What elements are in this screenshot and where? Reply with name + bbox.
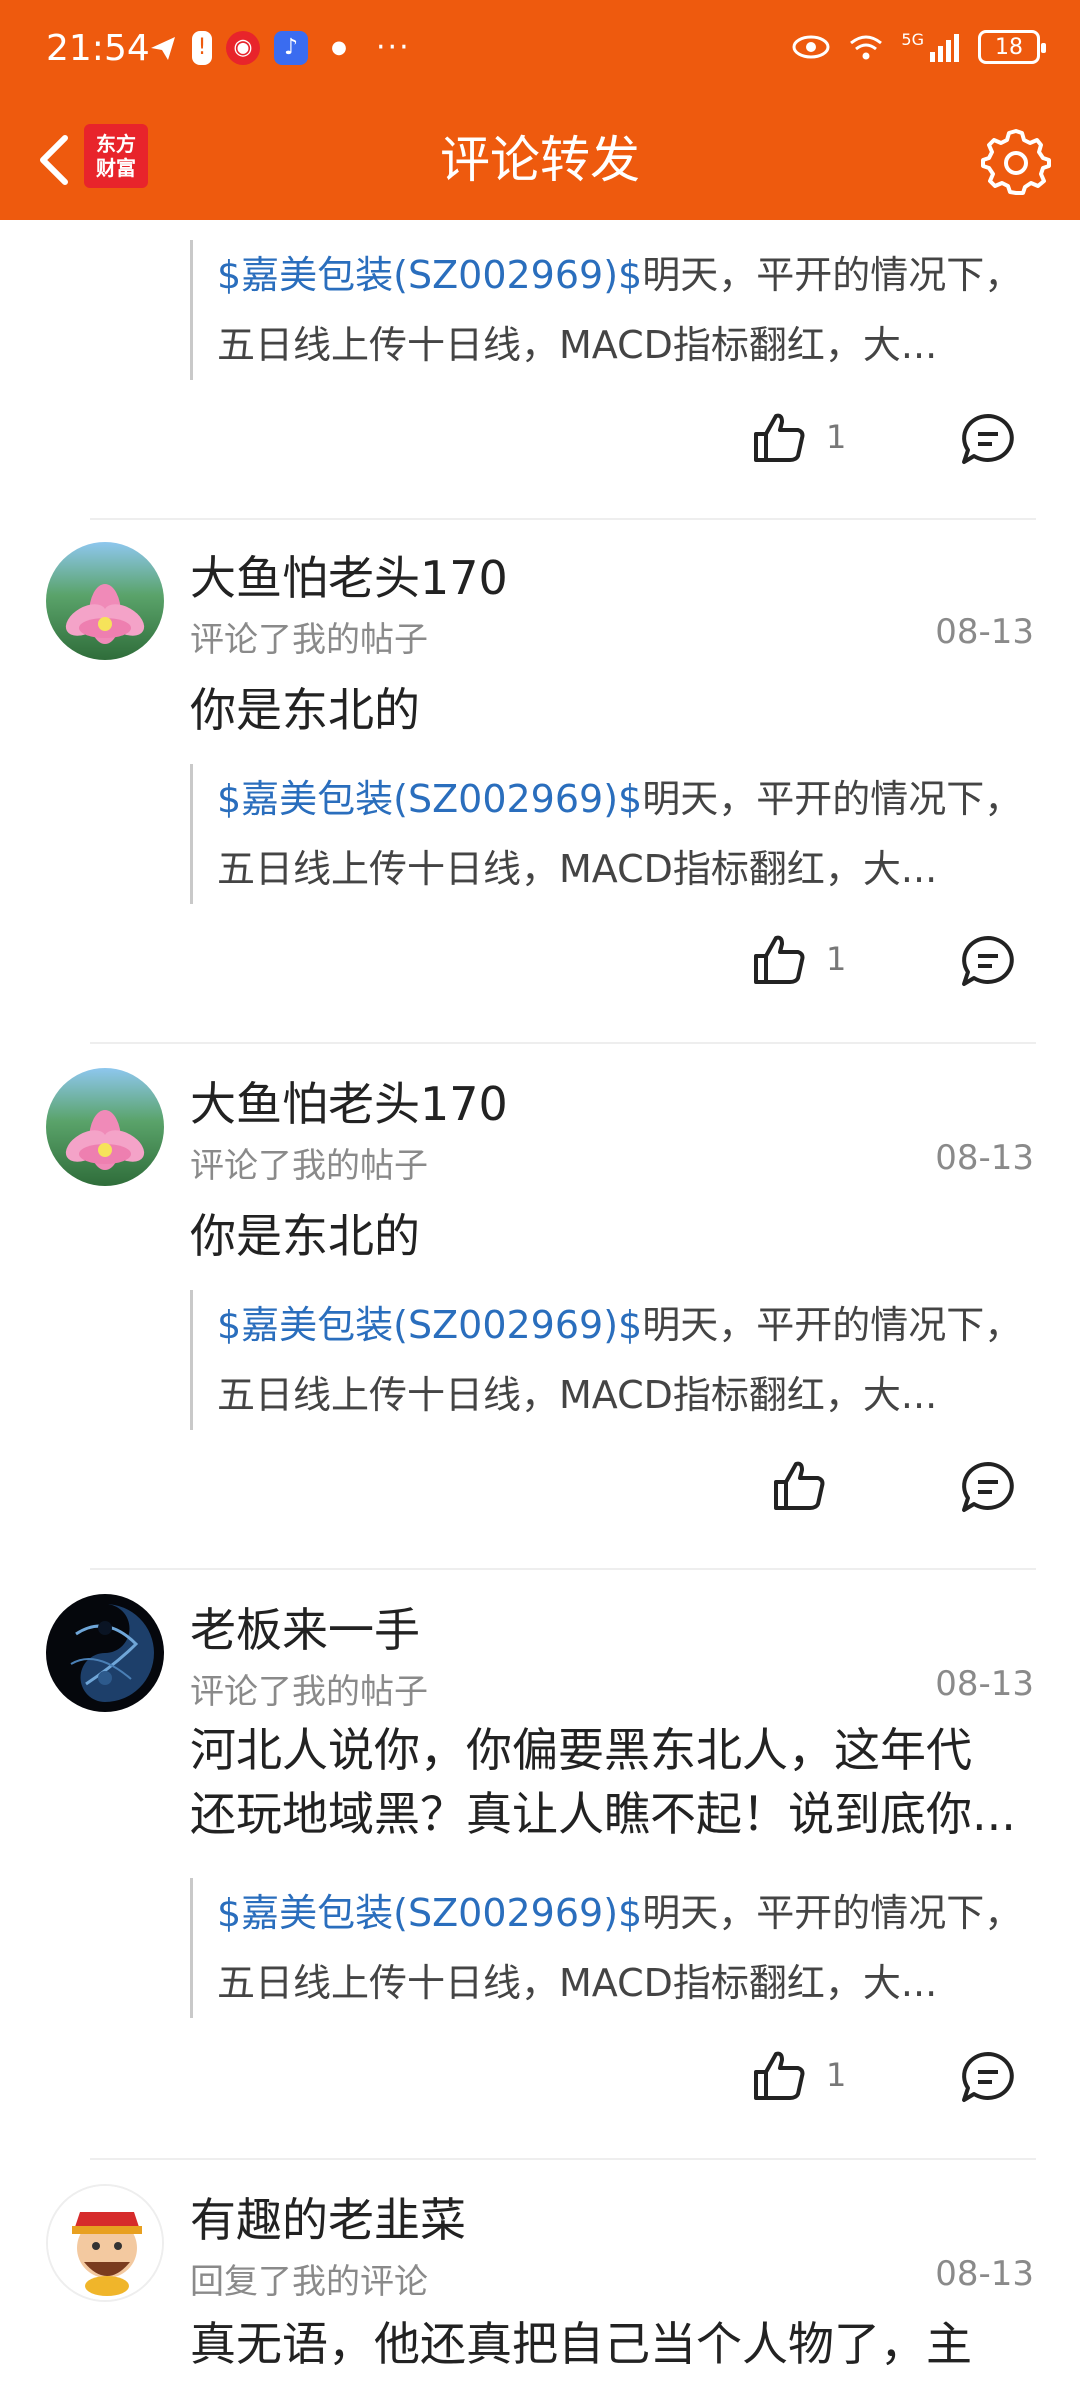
action-text: 回复了我的评论 (190, 2262, 428, 2302)
comment-text[interactable]: 你是东北的 (190, 678, 1040, 742)
signal-icon (930, 34, 959, 62)
timestamp: 08-13 (935, 612, 1034, 652)
divider (90, 2158, 1036, 2160)
like-button[interactable]: 1 (752, 932, 846, 986)
back-button[interactable] (20, 124, 90, 196)
like-count: 1 (826, 418, 847, 456)
like-button[interactable] (772, 1458, 846, 1512)
stock-tag[interactable]: $嘉美包装(SZ002969)$ (217, 1303, 642, 1347)
status-time: 21:54 (46, 28, 150, 69)
feed-card[interactable]: $嘉美包装(SZ002969)$明天，平开的情况下， 五日线上传十日线，MACD… (0, 220, 1080, 520)
like-count: 1 (826, 2056, 847, 2094)
divider (90, 518, 1036, 520)
user-name[interactable]: 大鱼怕老头170 (190, 1068, 508, 1134)
page-title: 评论转发 (440, 131, 640, 189)
feed-card[interactable]: 大鱼怕老头170 评论了我的帖子 08-13 你是东北的 $嘉美包装(SZ002… (0, 542, 1080, 1068)
thumbs-up-icon (754, 413, 805, 462)
quoted-post[interactable]: $嘉美包装(SZ002969)$明天，平开的情况下， 五日线上传十日线，MACD… (190, 764, 1040, 904)
comment-icon (962, 2052, 1014, 2102)
quote-text-line2: 五日线上传十日线，MACD指标翻红，大... (217, 323, 938, 367)
status-right-icons: 5G 18 (791, 29, 1046, 64)
like-count: 1 (826, 940, 847, 978)
quoted-post[interactable]: $嘉美包装(SZ002969)$明天，平开的情况下， 五日线上传十日线，MACD… (190, 1878, 1040, 2018)
network-type: 5G (901, 29, 924, 49)
divider (90, 1568, 1036, 1570)
comment-text-line2: 还玩地域黑？真让人瞧不起！说到底你... (190, 1787, 1016, 1841)
chevron-left-icon (40, 135, 68, 185)
battery-level: 18 (995, 34, 1023, 60)
like-button[interactable]: 1 (752, 410, 846, 464)
avatar[interactable] (46, 1594, 164, 1712)
quote-text-line2: 五日线上传十日线，MACD指标翻红，大... (217, 1373, 938, 1417)
logo-text-line1: 东方 (96, 132, 136, 156)
feed-card[interactable]: 大鱼怕老头170 评论了我的帖子 08-13 你是东北的 $嘉美包装(SZ002… (0, 1068, 1080, 1594)
user-name[interactable]: 大鱼怕老头170 (190, 542, 508, 608)
quote-text-line2: 五日线上传十日线，MACD指标翻红，大... (217, 1961, 938, 2005)
quoted-post[interactable]: $嘉美包装(SZ002969)$明天，平开的情况下， 五日线上传十日线，MACD… (190, 1290, 1040, 1430)
reply-button[interactable] (960, 934, 1016, 992)
eye-icon (792, 35, 830, 59)
action-text: 评论了我的帖子 (190, 1672, 428, 1712)
comment-text-line1: 河北人说你，你偏要黑东北人，这年代 (190, 1723, 972, 1777)
comment-icon (962, 1462, 1014, 1512)
reply-button[interactable] (960, 2050, 1016, 2108)
logo-text-line2: 财富 (96, 156, 136, 180)
reply-button[interactable] (960, 412, 1016, 470)
app-header: 评论转发 东方 财富 (0, 100, 1080, 220)
quote-text-line2: 五日线上传十日线，MACD指标翻红，大... (217, 847, 938, 891)
music-app-icon: ♪ (274, 30, 308, 65)
quote-text-line1: 明天，平开的情况下， (642, 1891, 1023, 1935)
comment-text[interactable]: 真无语，他还真把自己当个人物了，主 (190, 2312, 1040, 2376)
comment-feed: $嘉美包装(SZ002969)$明天，平开的情况下， 五日线上传十日线，MACD… (0, 220, 1080, 2400)
user-name[interactable]: 有趣的老韭菜 (190, 2184, 466, 2250)
quote-text-line1: 明天，平开的情况下， (642, 253, 1023, 297)
avatar[interactable] (46, 1068, 164, 1186)
quote-text-line1: 明天，平开的情况下， (642, 1303, 1023, 1347)
settings-button[interactable] (978, 122, 1054, 198)
news-app-icon: ● (331, 37, 347, 58)
timestamp: 08-13 (935, 1664, 1034, 1704)
action-text: 评论了我的帖子 (190, 620, 428, 660)
thumbs-up-icon (754, 2051, 805, 2100)
stock-tag[interactable]: $嘉美包装(SZ002969)$ (217, 253, 642, 297)
comment-icon (962, 936, 1014, 986)
battery-icon: 18 (978, 30, 1046, 64)
reply-button[interactable] (960, 1460, 1016, 1518)
feed-card[interactable]: 老板来一手 评论了我的帖子 08-13 河北人说你，你偏要黑东北人，这年代 还玩… (0, 1594, 1080, 2184)
comment-text[interactable]: 你是东北的 (190, 1204, 1040, 1268)
stock-tag[interactable]: $嘉美包装(SZ002969)$ (217, 1891, 642, 1935)
exclamation-icon: ! (192, 30, 212, 65)
thumbs-up-icon (754, 935, 805, 984)
comment-text-line1: 真无语，他还真把自己当个人物了，主 (190, 2317, 972, 2371)
paper-plane-icon (151, 36, 175, 60)
gear-icon (981, 129, 1051, 195)
red-app-icon: ◉ (226, 30, 260, 65)
status-left-icons: ! ◉ ♪ ● ··· (148, 30, 411, 65)
wifi-icon (850, 35, 883, 60)
stock-tag[interactable]: $嘉美包装(SZ002969)$ (217, 777, 642, 821)
action-text: 评论了我的帖子 (190, 1146, 428, 1186)
quote-text-line1: 明天，平开的情况下， (642, 777, 1023, 821)
thumbs-up-icon (774, 1461, 825, 1510)
more-notifications-icon: ··· (376, 30, 411, 65)
feed-card[interactable]: 有趣的老韭菜 回复了我的评论 08-13 真无语，他还真把自己当个人物了，主 (0, 2184, 1080, 2400)
avatar[interactable] (46, 542, 164, 660)
quoted-post[interactable]: $嘉美包装(SZ002969)$明天，平开的情况下， 五日线上传十日线，MACD… (190, 240, 1040, 380)
timestamp: 08-13 (935, 2254, 1034, 2294)
app-logo: 东方 财富 (84, 124, 148, 188)
timestamp: 08-13 (935, 1138, 1034, 1178)
comment-text[interactable]: 河北人说你，你偏要黑东北人，这年代 还玩地域黑？真让人瞧不起！说到底你... (190, 1718, 1040, 1846)
divider (90, 1042, 1036, 1044)
comment-icon (962, 414, 1014, 464)
like-button[interactable]: 1 (752, 2048, 846, 2102)
avatar[interactable] (46, 2184, 164, 2302)
status-bar: 21:54 ! ◉ ♪ ● ··· 5G 18 (0, 0, 1080, 100)
user-name[interactable]: 老板来一手 (190, 1594, 420, 1660)
